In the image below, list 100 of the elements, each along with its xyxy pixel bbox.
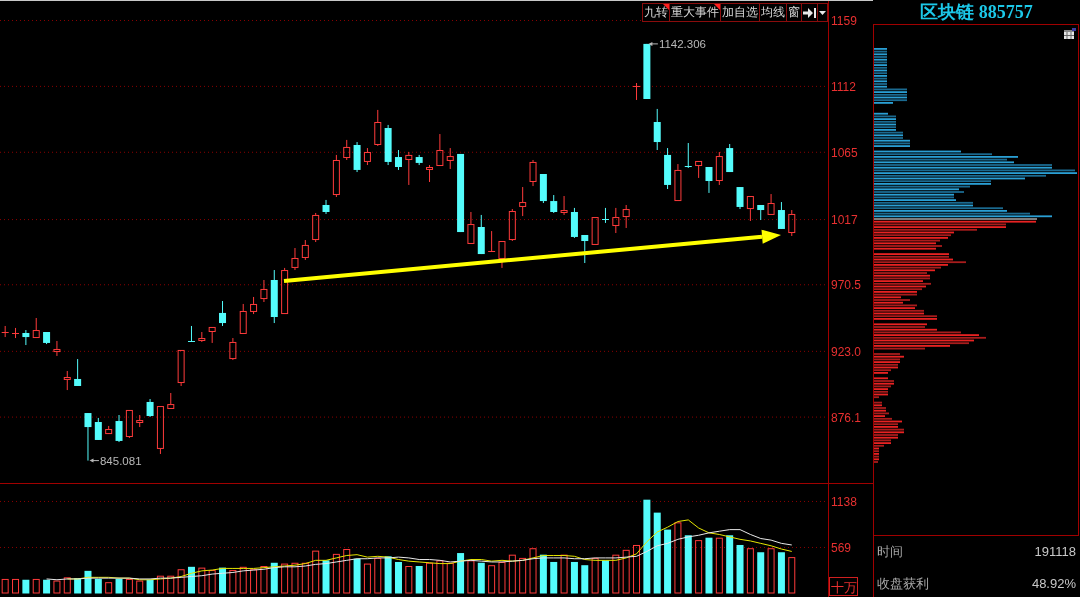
dropdown-button[interactable] bbox=[817, 3, 828, 22]
volume-bar bbox=[219, 567, 227, 594]
toolbar-button[interactable]: 重大事件 bbox=[669, 3, 721, 22]
volume-bar bbox=[384, 556, 392, 594]
candle bbox=[94, 417, 102, 441]
price-tick-label: 923.0 bbox=[831, 344, 862, 359]
candle bbox=[674, 163, 682, 202]
volume-bar bbox=[550, 561, 558, 594]
candle bbox=[115, 414, 123, 443]
volume-bar bbox=[281, 563, 289, 594]
candle bbox=[270, 269, 278, 324]
volume-bar bbox=[188, 566, 195, 594]
candle bbox=[570, 207, 578, 239]
price-label: 845.081 bbox=[99, 454, 142, 467]
volume-bar bbox=[105, 582, 113, 594]
volume-bar bbox=[291, 562, 299, 594]
volume-bar bbox=[43, 579, 51, 594]
volume-bar bbox=[374, 557, 382, 594]
candle bbox=[653, 108, 661, 151]
volume-bar bbox=[405, 566, 413, 594]
candle bbox=[436, 133, 444, 167]
volume-bar bbox=[239, 566, 247, 594]
volume-bar bbox=[198, 567, 206, 594]
candle bbox=[353, 141, 361, 173]
candle bbox=[777, 201, 785, 230]
volume-bar bbox=[436, 560, 444, 594]
price-label: 1142.306 bbox=[658, 37, 706, 50]
toolbar-button[interactable]: 九转 bbox=[642, 3, 670, 22]
candle bbox=[363, 147, 371, 166]
volume-bar bbox=[612, 554, 620, 594]
volume-bar bbox=[22, 579, 30, 594]
volume-bar bbox=[539, 554, 547, 594]
volume-bar bbox=[363, 563, 371, 594]
candle bbox=[736, 186, 744, 210]
info-value: 48.92% bbox=[1031, 575, 1076, 592]
volume-bar bbox=[250, 569, 258, 594]
price-tick-label: 1017 bbox=[831, 213, 858, 228]
volume-bar bbox=[664, 529, 672, 594]
candle bbox=[32, 317, 40, 339]
candle bbox=[622, 204, 630, 229]
volume-bar bbox=[136, 580, 144, 594]
price-tick-label: 876.1 bbox=[831, 410, 862, 425]
volume-bar bbox=[529, 548, 537, 594]
volume-bar bbox=[415, 566, 423, 594]
unit-label: 十万 bbox=[829, 577, 858, 596]
volume-bar bbox=[312, 550, 320, 594]
toolbar-button[interactable]: 窗 bbox=[786, 3, 802, 22]
volume-bar bbox=[84, 570, 92, 594]
candle bbox=[250, 296, 258, 315]
price-tick-label: 1112 bbox=[831, 79, 856, 94]
arrow-to-bar-icon bbox=[803, 7, 816, 18]
volume-bar bbox=[570, 561, 578, 594]
volume-bar bbox=[736, 545, 744, 594]
candle bbox=[312, 212, 320, 243]
volume-bar bbox=[684, 535, 692, 594]
volume-bar bbox=[488, 565, 496, 594]
candle bbox=[84, 412, 92, 462]
volume-bar bbox=[94, 578, 102, 594]
candle bbox=[477, 214, 485, 255]
volume-bar bbox=[788, 557, 796, 594]
candle bbox=[519, 186, 527, 217]
grid-icon[interactable] bbox=[1064, 28, 1076, 39]
candle bbox=[591, 216, 599, 246]
candle bbox=[208, 326, 216, 344]
candle bbox=[260, 279, 268, 303]
volume-bar bbox=[395, 561, 402, 594]
volume-bar bbox=[467, 560, 475, 594]
candle bbox=[508, 208, 516, 242]
price-tick-label: 1065 bbox=[831, 145, 858, 160]
volume-bar bbox=[53, 580, 61, 594]
volume-bar bbox=[705, 537, 713, 594]
volume-bar bbox=[146, 579, 154, 594]
info-label: 时间 bbox=[877, 543, 903, 560]
candle bbox=[374, 109, 382, 147]
candle bbox=[198, 331, 206, 343]
panel-title: 区块链 885757 bbox=[919, 1, 1034, 24]
candle bbox=[415, 154, 423, 166]
candle bbox=[746, 195, 754, 222]
candle bbox=[22, 329, 30, 346]
price-tick-label: 1159 bbox=[831, 14, 857, 28]
candle bbox=[177, 349, 185, 387]
volume-bar bbox=[498, 561, 506, 594]
volume-bar bbox=[622, 549, 630, 594]
volume-bar bbox=[581, 565, 589, 594]
caret-icon bbox=[819, 10, 826, 15]
volume-bar bbox=[633, 545, 641, 594]
candle bbox=[343, 139, 351, 161]
toolbar-button[interactable]: 均线 bbox=[759, 3, 787, 22]
candle bbox=[125, 409, 133, 439]
toolbar-button[interactable]: 加自选 bbox=[720, 3, 760, 22]
candle bbox=[156, 405, 164, 455]
candle bbox=[498, 240, 506, 269]
volume-bar bbox=[74, 578, 82, 594]
candle bbox=[695, 160, 703, 179]
candle bbox=[219, 300, 227, 327]
candle bbox=[188, 325, 195, 343]
volume-bar bbox=[156, 575, 164, 594]
volume-tick-label: 1138 bbox=[831, 494, 857, 509]
volume-bar bbox=[115, 578, 123, 594]
volume-bar bbox=[777, 552, 785, 594]
